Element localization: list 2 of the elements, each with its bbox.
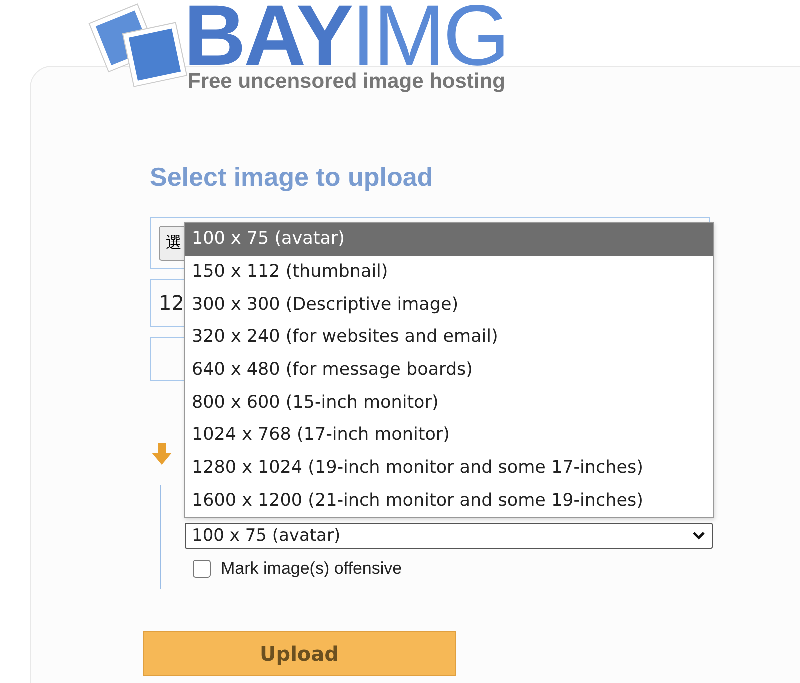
checkbox-label: Mark image(s) offensive	[221, 559, 402, 579]
section-heading: Select image to upload	[150, 162, 434, 193]
